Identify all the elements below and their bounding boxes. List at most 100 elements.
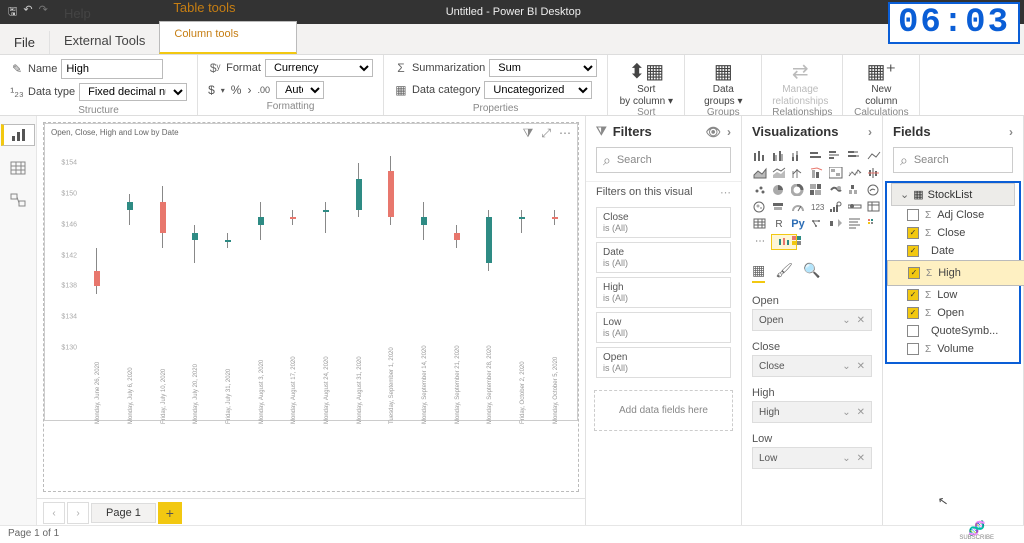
viz-type-2[interactable] [790, 149, 806, 163]
add-page-btn[interactable]: + [158, 502, 182, 524]
viz-type-0[interactable] [752, 149, 768, 163]
viz-type-3[interactable] [809, 149, 825, 163]
undo-icon[interactable]: ↶ [23, 3, 32, 22]
filter-icon[interactable]: ⧩ [523, 126, 534, 141]
viz-type-13[interactable] [866, 166, 882, 180]
chevron-down-icon[interactable]: ⌄ [842, 453, 850, 464]
field-quotesymb---[interactable]: QuoteSymb... [887, 322, 1019, 340]
more-icon[interactable]: ⋯ [559, 126, 571, 141]
fields-search[interactable]: Search [893, 147, 1013, 173]
viz-type-15[interactable] [771, 183, 787, 197]
eye-icon[interactable]: 👁 [706, 125, 721, 139]
filters-dropzone[interactable]: Add data fields here [594, 390, 733, 431]
field-adj-close[interactable]: ΣAdj Close [887, 206, 1019, 224]
file-menu[interactable]: File [0, 31, 50, 54]
viz-type-19[interactable] [847, 183, 863, 197]
candlestick-visual[interactable]: Open, Close, High and Low by Date ⧩ ⤢ ⋯ … [44, 123, 578, 421]
data-category-select[interactable]: Uncategorized [484, 81, 592, 99]
checkbox-icon[interactable] [907, 343, 919, 355]
remove-icon[interactable]: ✕ [857, 361, 865, 372]
remove-icon[interactable]: ✕ [857, 453, 865, 464]
filter-low[interactable]: Lowis (All) [596, 312, 731, 343]
viz-type-4[interactable] [828, 149, 844, 163]
viz-type-10[interactable] [809, 166, 825, 180]
field-close[interactable]: ΣClose [887, 224, 1019, 242]
checkbox-icon[interactable] [907, 209, 919, 221]
well-high[interactable]: High⌄✕ [752, 401, 872, 423]
viz-type-32[interactable] [828, 217, 844, 231]
viz-type-5[interactable] [847, 149, 863, 163]
next-page-btn[interactable]: › [67, 502, 89, 524]
viz-type-31[interactable] [809, 217, 825, 231]
field-date[interactable]: Date [887, 242, 1019, 260]
chevron-down-icon[interactable]: ⌄ [842, 315, 850, 326]
filters-section-more[interactable]: ⋯ [720, 186, 731, 199]
viz-palette-icon[interactable] [790, 234, 806, 248]
summarization-select[interactable]: Sum [489, 59, 597, 77]
field-high[interactable]: ΣHigh [887, 260, 1024, 286]
checkbox-icon[interactable] [907, 325, 919, 337]
viz-type-34[interactable] [866, 217, 882, 231]
viz-type-33[interactable] [847, 217, 863, 231]
decimal-places[interactable]: Auto [276, 81, 324, 99]
viz-type-22[interactable] [771, 200, 787, 214]
viz-type-17[interactable] [809, 183, 825, 197]
viz-type-20[interactable] [866, 183, 882, 197]
viz-type-11[interactable] [828, 166, 844, 180]
model-view-icon[interactable] [7, 190, 29, 210]
well-low[interactable]: Low⌄✕ [752, 447, 872, 469]
thousands-btn[interactable]: › [247, 83, 251, 97]
viz-type-30[interactable]: Py [790, 217, 806, 231]
filter-open[interactable]: Openis (All) [596, 347, 731, 378]
viz-type-14[interactable] [752, 183, 768, 197]
field-volume[interactable]: ΣVolume [887, 340, 1019, 358]
viz-type-27[interactable] [866, 200, 882, 214]
prev-page-btn[interactable]: ‹ [43, 502, 65, 524]
viz-type-21[interactable] [752, 200, 768, 214]
viz-type-35[interactable]: ⋯ [752, 234, 768, 248]
viz-type-12[interactable] [847, 166, 863, 180]
filter-close[interactable]: Closeis (All) [596, 207, 731, 238]
table-stocklist[interactable]: ⌄▦StockList [891, 183, 1015, 206]
checkbox-icon[interactable] [908, 267, 920, 279]
percent-btn[interactable]: % [231, 83, 242, 97]
viz-type-25[interactable] [828, 200, 844, 214]
remove-icon[interactable]: ✕ [857, 315, 865, 326]
page-tab-1[interactable]: Page 1 [91, 503, 156, 523]
field-low[interactable]: ΣLow [887, 286, 1019, 304]
currency-btn[interactable]: $ [208, 83, 215, 97]
checkbox-icon[interactable] [907, 245, 919, 257]
datatype-select[interactable]: Fixed decimal num... [79, 83, 187, 101]
viz-type-24[interactable]: 123 [809, 200, 825, 214]
well-open[interactable]: Open⌄✕ [752, 309, 872, 331]
tab-column-tools[interactable]: Column tools [159, 21, 297, 54]
checkbox-icon[interactable] [907, 227, 919, 239]
tab-table-tools[interactable]: Table tools [159, 0, 297, 21]
collapse-viz-icon[interactable]: › [868, 125, 872, 139]
viz-type-18[interactable] [828, 183, 844, 197]
format-tab-icon[interactable]: 🖌 [775, 262, 793, 283]
format-select[interactable]: Currency [265, 59, 373, 77]
filter-high[interactable]: Highis (All) [596, 277, 731, 308]
collapse-filters-icon[interactable]: › [727, 125, 731, 139]
viz-type-23[interactable] [790, 200, 806, 214]
column-name-input[interactable] [61, 59, 163, 79]
viz-type-8[interactable] [771, 166, 787, 180]
viz-type-29[interactable]: R [771, 217, 787, 231]
chevron-down-icon[interactable]: ⌄ [842, 407, 850, 418]
new-column-button[interactable]: ▦⁺Newcolumn [853, 59, 909, 107]
viz-type-26[interactable] [847, 200, 863, 214]
viz-type-7[interactable] [752, 166, 768, 180]
report-view-icon[interactable] [1, 124, 35, 146]
focus-icon[interactable]: ⤢ [541, 126, 551, 141]
sort-by-column-button[interactable]: ⬍▦Sortby column ▾ [618, 59, 674, 107]
viz-type-28[interactable] [752, 217, 768, 231]
fields-tab-icon[interactable]: ▦ [752, 262, 765, 283]
field-open[interactable]: ΣOpen [887, 304, 1019, 322]
tab-external-tools[interactable]: External Tools [50, 27, 159, 54]
filters-search[interactable]: Search [596, 147, 731, 173]
well-close[interactable]: Close⌄✕ [752, 355, 872, 377]
decimals-btn[interactable]: .00 [257, 85, 270, 95]
viz-type-1[interactable] [771, 149, 787, 163]
remove-icon[interactable]: ✕ [857, 407, 865, 418]
